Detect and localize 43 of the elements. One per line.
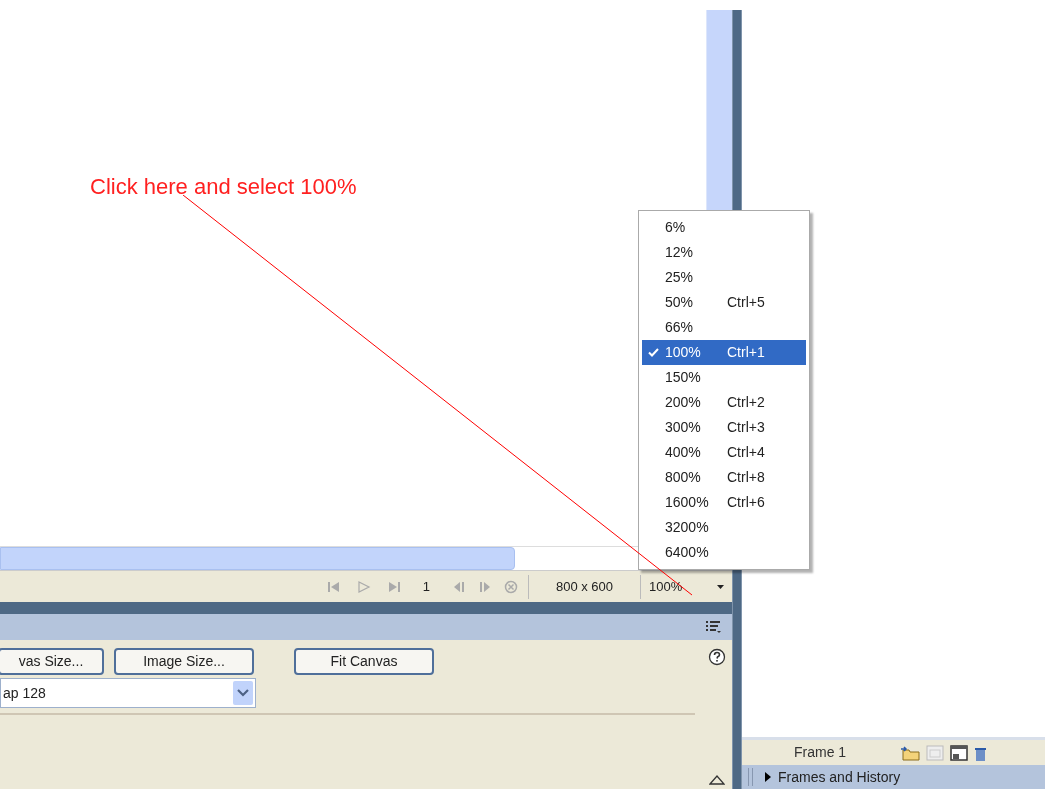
chevron-down-icon xyxy=(233,681,253,705)
dropdown-value: ap 128 xyxy=(3,683,46,703)
frame-number: 1 xyxy=(422,577,430,596)
grip-icon xyxy=(748,768,754,786)
frame-label: Frame 1 xyxy=(794,743,847,762)
panel-button[interactable]: vas Size... xyxy=(0,648,104,675)
menu-item[interactable]: 12% xyxy=(642,240,806,265)
panel-button[interactable]: Fit Canvas xyxy=(294,648,434,675)
caret-icon xyxy=(717,584,724,589)
checkmark-icon xyxy=(648,348,659,357)
menu-item[interactable]: 25% xyxy=(642,265,806,290)
canvas-size: 800 x 600 xyxy=(528,574,640,599)
frame-row[interactable]: Frame 1 xyxy=(742,737,1045,765)
help-icon[interactable] xyxy=(708,648,726,666)
annotation-text: Click here and select 100% xyxy=(90,173,357,201)
horizontal-scrollbar[interactable] xyxy=(0,547,515,570)
stop-icon[interactable] xyxy=(504,579,518,594)
panel-title: Frames and History xyxy=(778,767,901,787)
last-frame-icon[interactable] xyxy=(386,579,401,594)
frames-panel-header[interactable]: Frames and History xyxy=(742,765,1045,789)
first-frame-icon[interactable] xyxy=(326,579,341,594)
collapse-icon[interactable] xyxy=(709,775,725,785)
menu-item[interactable]: 50% Ctrl+5 xyxy=(642,290,806,315)
previous-frame-icon[interactable] xyxy=(452,579,466,594)
panel-button[interactable]: Image Size... xyxy=(114,648,254,675)
menu-item[interactable]: 800% Ctrl+8 xyxy=(642,465,806,490)
next-frame-icon[interactable] xyxy=(478,579,492,594)
menu-item[interactable]: 66% xyxy=(642,315,806,340)
menu-item[interactable]: 200% Ctrl+2 xyxy=(642,390,806,415)
window-icon[interactable] xyxy=(950,744,969,761)
menu-item[interactable]: 3200% xyxy=(642,515,806,540)
palette-dropdown[interactable]: ap 128 xyxy=(0,678,256,708)
play-icon[interactable] xyxy=(356,579,371,594)
folder-icon[interactable] xyxy=(900,744,921,761)
options-menu-icon[interactable] xyxy=(706,620,722,634)
menu-item[interactable]: 6400% xyxy=(642,540,806,565)
menu-item[interactable]: 100% Ctrl+1 xyxy=(642,340,806,365)
menu-item[interactable]: 300% Ctrl+3 xyxy=(642,415,806,440)
menu-item[interactable]: 400% Ctrl+4 xyxy=(642,440,806,465)
frame-icon[interactable] xyxy=(926,744,945,761)
menu-item[interactable]: 150% xyxy=(642,365,806,390)
menu-item[interactable]: 1600% Ctrl+6 xyxy=(642,490,806,515)
menu-item[interactable]: 6% xyxy=(642,215,806,240)
